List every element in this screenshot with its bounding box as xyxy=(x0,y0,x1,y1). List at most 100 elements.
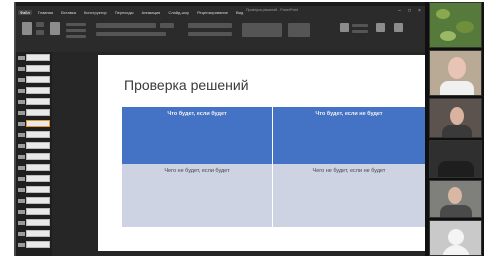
slide-thumbnail[interactable] xyxy=(26,197,50,204)
slide-number xyxy=(18,199,25,203)
font-family-select[interactable] xyxy=(96,23,156,28)
participant-face xyxy=(448,57,466,79)
slide-thumbnail[interactable] xyxy=(26,164,50,171)
arrange-button[interactable] xyxy=(288,23,310,37)
slide-thumbnail[interactable] xyxy=(26,175,50,182)
slide-number xyxy=(18,232,25,236)
layout-button[interactable] xyxy=(66,23,86,26)
select-button[interactable] xyxy=(352,30,368,33)
participant-body xyxy=(442,125,472,137)
participant-body xyxy=(440,205,472,217)
slide-number xyxy=(18,210,25,214)
slide-number xyxy=(18,67,25,71)
participant-video-strip xyxy=(425,2,484,256)
slide-number xyxy=(18,89,25,93)
slide-number xyxy=(18,56,25,60)
toolbar xyxy=(20,20,420,50)
maximize-icon[interactable]: □ xyxy=(407,9,412,14)
decision-table[interactable]: Что будет, если будет Что будет, если не… xyxy=(122,107,425,227)
slide-number xyxy=(18,133,25,137)
participant-body xyxy=(438,161,474,177)
slide-thumbnail[interactable] xyxy=(26,131,50,138)
background-foliage xyxy=(436,9,450,19)
slide-thumbnail[interactable] xyxy=(26,230,50,237)
ribbon: Файл Главная Вставка Конструктор Переход… xyxy=(16,6,425,52)
close-icon[interactable]: × xyxy=(417,9,422,14)
section-button[interactable] xyxy=(66,35,86,38)
font-size-select[interactable] xyxy=(160,23,174,28)
slide-thumbnail[interactable] xyxy=(26,208,50,215)
slide-number xyxy=(18,111,25,115)
slide-thumbnail[interactable] xyxy=(26,186,50,193)
slide-number xyxy=(18,188,25,192)
participant-video-tile[interactable] xyxy=(429,220,482,256)
window-title: Проверка решений - PowerPoint xyxy=(246,8,299,12)
participant-video-tile[interactable] xyxy=(429,98,482,138)
reset-button[interactable] xyxy=(66,29,86,32)
table-cell[interactable]: Чего не будет, если будет xyxy=(122,164,272,227)
menu-file[interactable]: Файл xyxy=(18,9,32,15)
menu-slideshow[interactable]: Слайд-шоу xyxy=(166,10,191,15)
slide-number xyxy=(18,243,25,247)
participant-video-tile[interactable] xyxy=(429,50,482,96)
table-header-cell[interactable]: Что будет, если будет xyxy=(122,107,272,164)
slide-title[interactable]: Проверка решений xyxy=(124,77,249,93)
slide[interactable]: Проверка решений Что будет, если будет Ч… xyxy=(98,55,425,251)
table-cell[interactable]: Чего не будет, если не будет xyxy=(273,164,425,227)
menu-review[interactable]: Рецензирование xyxy=(195,10,230,15)
slide-number xyxy=(18,144,25,148)
background-foliage xyxy=(456,21,474,33)
slide-number xyxy=(18,122,25,126)
slide-thumbnail[interactable] xyxy=(26,153,50,160)
paragraph-align-buttons[interactable] xyxy=(188,32,232,36)
slide-thumbnail[interactable] xyxy=(26,98,50,105)
slide-number xyxy=(18,221,25,225)
slide-number xyxy=(18,100,25,104)
menu-view[interactable]: Вид xyxy=(234,10,245,15)
menu-animations[interactable]: Анимация xyxy=(140,10,163,15)
slide-thumbnail[interactable] xyxy=(26,87,50,94)
menu-transitions[interactable]: Переходы xyxy=(113,10,136,15)
table-header-cell[interactable]: Что будет, если не будет xyxy=(273,107,425,164)
background-foliage xyxy=(440,31,456,41)
slide-thumbnail[interactable] xyxy=(26,65,50,72)
avatar-body-icon xyxy=(442,245,470,255)
menu-insert[interactable]: Вставка xyxy=(59,10,78,15)
paragraph-list-buttons[interactable] xyxy=(188,23,232,28)
participant-video-tile[interactable] xyxy=(429,140,482,178)
shapes-gallery[interactable] xyxy=(242,23,282,37)
slide-number xyxy=(18,166,25,170)
menu-home[interactable]: Главная xyxy=(36,10,55,15)
participant-face xyxy=(450,107,464,125)
designer-icon[interactable] xyxy=(394,23,403,32)
participant-video-tile[interactable] xyxy=(429,180,482,218)
participant-face xyxy=(448,187,462,204)
slide-thumbnail[interactable] xyxy=(26,54,50,61)
replace-button[interactable] xyxy=(352,24,368,27)
new-slide-icon[interactable] xyxy=(50,22,60,35)
font-format-buttons[interactable] xyxy=(96,32,166,36)
slide-number xyxy=(18,155,25,159)
participant-body xyxy=(440,81,474,95)
participant-video-tile[interactable] xyxy=(429,2,482,48)
slide-number xyxy=(18,177,25,181)
table-divider xyxy=(272,107,273,227)
slide-thumbnail[interactable] xyxy=(26,142,50,149)
menu-bar: Файл Главная Вставка Конструктор Переход… xyxy=(18,6,245,18)
slide-thumbnail[interactable] xyxy=(26,219,50,226)
find-icon[interactable] xyxy=(340,23,349,32)
slide-thumbnail-selected[interactable] xyxy=(26,120,50,127)
copy-icon[interactable] xyxy=(36,30,44,35)
slide-thumbnail[interactable] xyxy=(26,241,50,248)
window-controls: – □ × xyxy=(397,9,422,14)
dictate-icon[interactable] xyxy=(376,23,385,32)
avatar-icon xyxy=(448,229,464,245)
menu-design[interactable]: Конструктор xyxy=(82,10,109,15)
paste-icon[interactable] xyxy=(22,22,32,35)
minimize-icon[interactable]: – xyxy=(397,9,402,14)
slide-thumbnail[interactable] xyxy=(26,109,50,116)
slide-thumbnail[interactable] xyxy=(26,76,50,83)
slide-thumbnail-rail xyxy=(16,52,52,256)
slide-number xyxy=(18,78,25,82)
cut-icon[interactable] xyxy=(36,22,44,27)
